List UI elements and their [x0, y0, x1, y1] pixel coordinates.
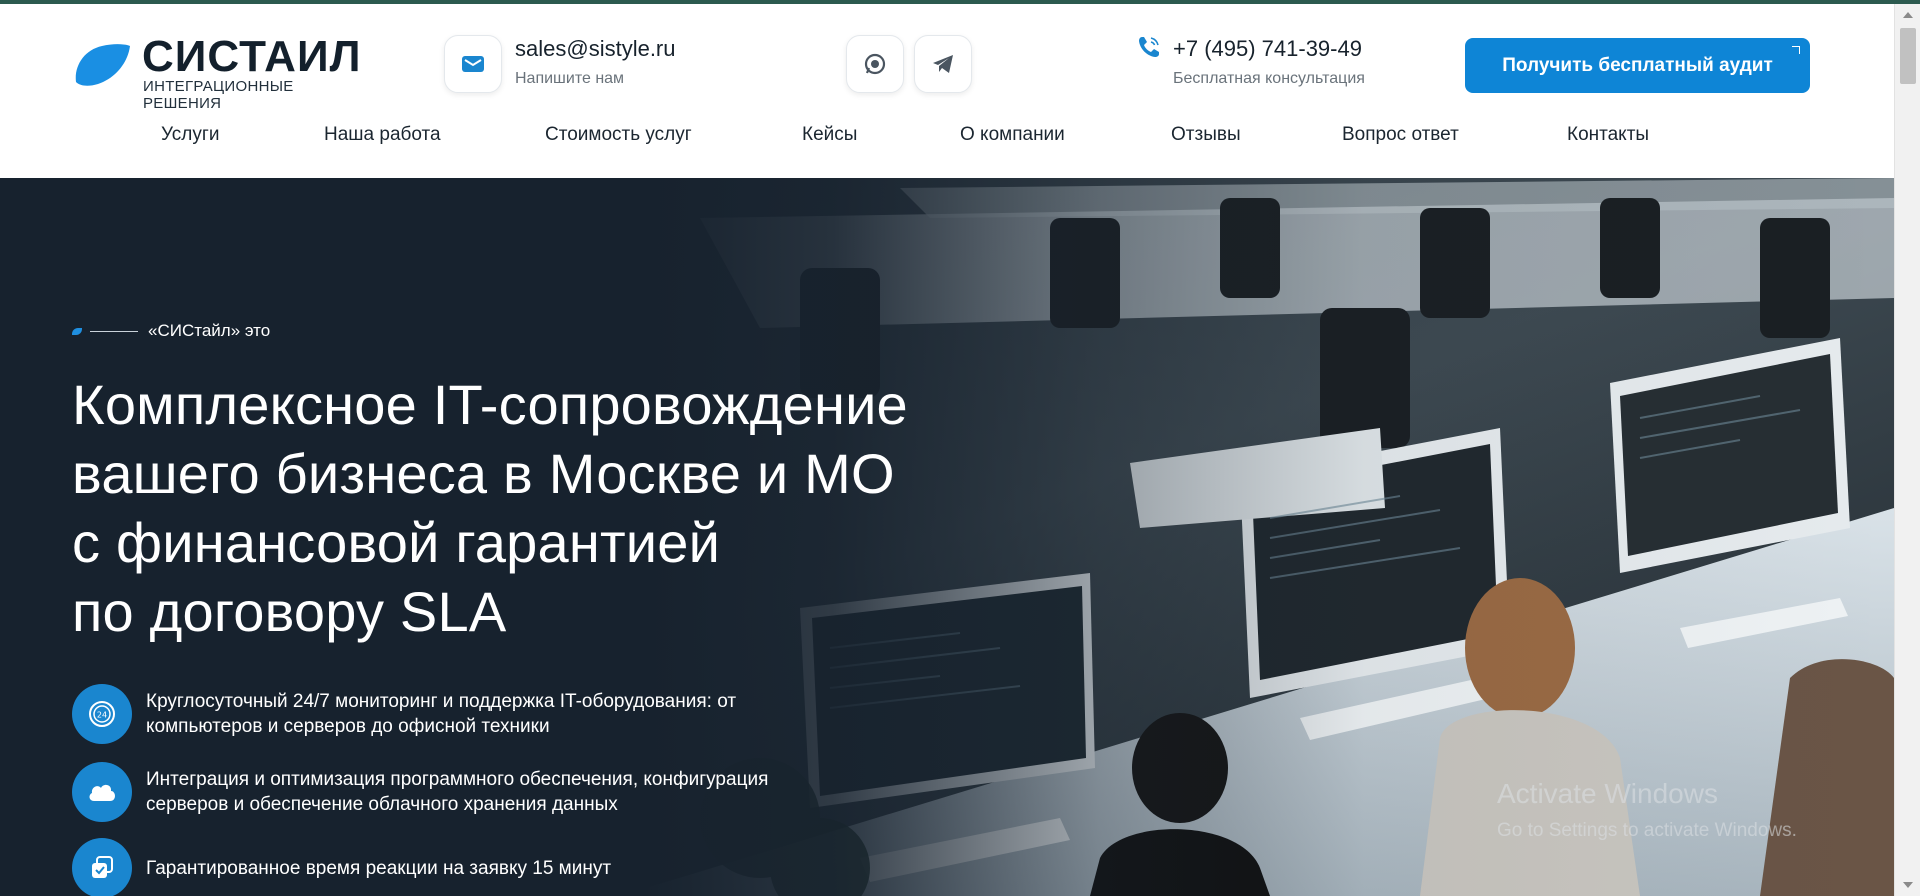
logo-title: СИСТАИЛ [142, 32, 362, 81]
cloud-icon [72, 762, 132, 822]
scroll-thumb[interactable] [1900, 28, 1916, 84]
feature-text: Круглосуточный 24/7 мониторинг и поддерж… [146, 691, 737, 737]
nav-item-about[interactable]: О компании [960, 124, 1065, 146]
telegram-icon [933, 55, 953, 73]
nav-item-services[interactable]: Услуги [161, 124, 219, 146]
free-audit-label: Получить бесплатный аудит [1502, 54, 1773, 76]
email-link[interactable]: sales@sistyle.ru [515, 36, 676, 62]
phone-link[interactable]: +7 (495) 741-39-49 [1173, 36, 1362, 62]
hero-eyebrow: «СИСтайл» это [72, 320, 270, 342]
nav-item-cases[interactable]: Кейсы [802, 124, 857, 146]
logo-tagline: ИНТЕГРАЦИОННЫЕ РЕШЕНИЯ [143, 78, 294, 112]
scroll-down-icon[interactable] [1903, 882, 1913, 888]
mail-button[interactable] [444, 35, 502, 93]
watermark-title: Activate Windows [1497, 778, 1718, 809]
main-nav: Услуги Наша работа Стоимость услуг Кейсы… [0, 124, 1894, 158]
headline-line: по договору SLA [72, 580, 507, 643]
copy-check-icon [72, 838, 132, 896]
phone-icon [1139, 37, 1159, 57]
hero-section: «СИСтайл» это Комплексное IT-сопровожден… [0, 178, 1894, 896]
eyebrow-divider [90, 330, 138, 332]
feature-text: Интеграция и оптимизация программного об… [146, 769, 769, 815]
nav-item-contacts[interactable]: Контакты [1567, 124, 1649, 146]
headline-line: Комплексное IT-сопровождение [72, 373, 908, 436]
scroll-up-icon[interactable] [1903, 12, 1913, 18]
feature-item: Гарантированное время реакции на заявку … [72, 838, 806, 896]
hero-headline: Комплексное IT-сопровождение вашего бизн… [72, 370, 1052, 646]
whatsapp-icon [864, 53, 886, 75]
phone-note: Бесплатная консультация [1173, 70, 1365, 87]
corner-arrow-icon [1792, 46, 1800, 54]
site-header: СИСТАИЛ ИНТЕГРАЦИОННЫЕ РЕШЕНИЯ sales@sis… [0, 4, 1894, 178]
nav-item-our-work[interactable]: Наша работа [324, 124, 441, 146]
logo[interactable]: СИСТАИЛ ИНТЕГРАЦИОННЫЕ РЕШЕНИЯ [72, 30, 372, 112]
email-note: Напишите нам [515, 70, 625, 87]
svg-text:24: 24 [97, 711, 107, 720]
headline-line: с финансовой гарантией [72, 511, 721, 574]
nav-item-pricing[interactable]: Стоимость услуг [545, 124, 692, 146]
logo-mark-icon [75, 44, 130, 86]
free-audit-button[interactable]: Получить бесплатный аудит [1465, 38, 1810, 93]
nav-item-faq[interactable]: Вопрос ответ [1342, 124, 1459, 146]
feature-item: Интеграция и оптимизация программного об… [72, 762, 806, 822]
whatsapp-button[interactable] [846, 35, 904, 93]
leaf-icon [72, 327, 82, 335]
nav-item-reviews[interactable]: Отзывы [1171, 124, 1241, 146]
clock-24-icon: 24 [72, 684, 132, 744]
feature-text: Гарантированное время реакции на заявку … [146, 857, 612, 879]
page-scrollbar[interactable] [1894, 4, 1920, 896]
mail-icon [462, 56, 484, 72]
headline-line: вашего бизнеса в Москве и МО [72, 442, 895, 505]
telegram-button[interactable] [914, 35, 972, 93]
feature-item: 24 Круглосуточный 24/7 мониторинг и подд… [72, 684, 806, 744]
watermark-subtitle: Go to Settings to activate Windows. [1497, 820, 1797, 841]
eyebrow-text: «СИСтайл» это [148, 321, 271, 340]
